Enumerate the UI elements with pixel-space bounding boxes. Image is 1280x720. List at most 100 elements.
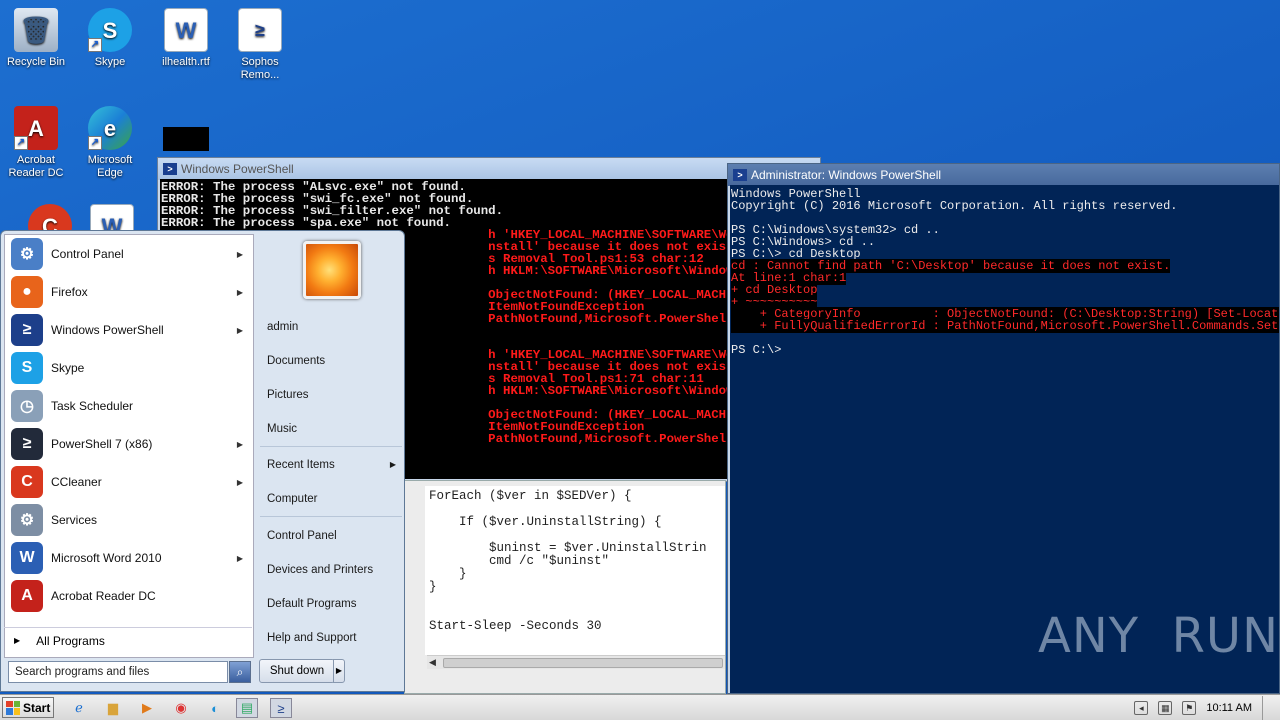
action-center-icon[interactable]: ⚑ [1182,701,1197,715]
chrome-icon[interactable]: ◉ [170,698,192,718]
edge-icon: e ↗ [88,106,132,150]
scrollbar-thumb[interactable] [443,658,723,668]
desktop-icon-edge[interactable]: e ↗ Microsoft Edge [74,106,146,180]
media-player-icon[interactable]: ▶ [136,698,158,718]
desktop-icon-ilhealth[interactable]: W ilhealth.rtf [150,8,222,69]
code-line: } [429,567,467,581]
places-item-help-support[interactable]: Help and Support [262,626,400,650]
shutdown-button[interactable]: Shut down [259,659,335,683]
show-desktop-button[interactable] [1262,696,1270,720]
chevron-right-icon: ▶ [236,325,243,335]
separator [260,516,402,517]
start-menu-item-acrobat[interactable]: A Acrobat Reader DC [5,577,253,615]
task-scheduler-icon: ◷ [11,390,43,422]
start-menu-item-firefox[interactable]: ● Firefox ▶ [5,273,253,311]
places-item-pictures[interactable]: Pictures [262,383,400,407]
scroll-left-icon[interactable]: ◀ [429,657,436,668]
script-editor[interactable]: ForEach ($ver in $SEDVer) { If ($ver.Uni… [404,480,726,694]
window-title: Administrator: Windows PowerShell [751,168,942,182]
console-line: + FullyQualifiedErrorId : PathNotFound,M… [731,319,1279,333]
start-menu[interactable]: ⚙ Control Panel ▶ ● Firefox ▶ ≥ Windows PowerSh… [0,230,405,692]
start-button[interactable]: Start [2,697,54,718]
places-item-computer[interactable]: Computer [262,487,400,511]
system-tray: ◂ ▦ ⚑ 10:11 AM [1134,695,1280,720]
watermark-text: ANY RUN [1038,608,1279,664]
places-item-music[interactable]: Music [262,417,400,441]
all-programs-label: All Programs [36,633,105,648]
start-menu-item-label: Firefox [51,285,88,299]
shortcut-arrow-icon: ↗ [88,38,102,52]
places-item-admin[interactable]: admin [262,315,400,339]
powershell7-icon: ≥ [11,428,43,460]
start-menu-item-services[interactable]: ⚙ Services [5,501,253,539]
console-line: Copyright (C) 2016 Microsoft Corporation… [731,200,1278,212]
start-menu-item-ccleaner[interactable]: C CCleaner ▶ [5,463,253,501]
horizontal-scrollbar[interactable]: ◀ [427,655,725,669]
code-line: ForEach ($ver in $SEDVer) { [429,489,632,503]
desktop-icon-sophos[interactable]: ≥ Sophos Remo... [224,8,296,82]
start-menu-item-skype[interactable]: S Skype [5,349,253,387]
chevron-right-icon: ▶ [236,249,243,259]
desktop-icon-acrobat[interactable]: A ↗ Acrobat Reader DC [0,106,72,180]
services-icon: ⚙ [11,504,43,536]
start-menu-item-powershell7[interactable]: ≥ PowerShell 7 (x86) ▶ [5,425,253,463]
recycle-bin-icon: 🗑 [14,8,58,52]
control-panel-icon: ⚙ [11,238,43,270]
editor-code-area[interactable]: ForEach ($ver in $SEDVer) { If ($ver.Uni… [425,486,725,655]
start-menu-item-word[interactable]: W Microsoft Word 2010 ▶ [5,539,253,577]
places-item-documents[interactable]: Documents [262,349,400,373]
desktop-icon-label: Microsoft Edge [87,154,133,179]
chevron-right-icon: ▶ [389,460,396,469]
file-explorer-icon[interactable]: ▆ [102,698,124,718]
user-avatar[interactable] [303,241,361,299]
desktop-icon-recycle-bin[interactable]: 🗑 Recycle Bin [0,8,72,69]
start-menu-places: admin Documents Pictures Music Recent It… [256,231,404,661]
separator [260,446,402,447]
taskbar: Start ℯ ▆ ▶ ◉ ◐ ▤ ≥ ◂ ▦ ⚑ 10:11 AM [0,694,1280,720]
shutdown-options-chevron-icon[interactable]: ▶ [333,659,345,683]
search-programs-input[interactable]: Search programs and files [8,661,228,683]
shortcut-arrow-icon: ↗ [14,136,28,150]
internet-explorer-icon[interactable]: ℯ [68,698,90,718]
shortcut-arrow-icon: ↗ [88,136,102,150]
window-titlebar[interactable]: > Windows PowerShell [158,158,820,180]
places-item-recent-items[interactable]: Recent Items ▶ [262,453,400,477]
chevron-right-icon: ▶ [236,477,243,487]
search-icon[interactable]: ⌕ [229,661,251,683]
notepad-icon[interactable]: ▤ [236,698,258,718]
chevron-right-icon: ▶ [236,439,243,449]
powershell-icon: > [163,163,177,175]
console-line-text: + FullyQualifiedErrorId : PathNotFound,M… [731,319,1279,333]
console-line: PS C:\> [731,344,1278,356]
skype-icon: S [11,352,43,384]
code-line: cmd /c "$uninst" [429,554,610,568]
start-menu-item-label: Task Scheduler [51,399,134,413]
chevron-right-icon: ▶ [236,287,243,297]
powershell-taskbar-icon[interactable]: ≥ [270,698,292,718]
powershell-script-icon: ≥ [238,8,282,52]
firefox-icon: ● [11,276,43,308]
start-menu-item-task-scheduler[interactable]: ◷ Task Scheduler [5,387,253,425]
network-icon[interactable]: ▦ [1158,701,1173,715]
edge-icon[interactable]: ◐ [204,698,226,718]
places-item-default-programs[interactable]: Default Programs [262,592,400,616]
redacted-icon [163,127,209,151]
desktop-icon-label: Sophos Remo... [240,56,280,81]
start-menu-item-powershell[interactable]: ≥ Windows PowerShell ▶ [5,311,253,349]
start-menu-item-label: Microsoft Word 2010 [51,551,162,565]
places-item-devices-printers[interactable]: Devices and Printers [262,558,400,582]
all-programs-button[interactable]: ▶ All Programs [4,627,252,653]
volume-icon[interactable]: ◂ [1134,701,1149,715]
clock[interactable]: 10:11 AM [1206,702,1252,714]
desktop-icon-skype[interactable]: S ↗ Skype [74,8,146,69]
acrobat-icon: A [11,580,43,612]
window-titlebar[interactable]: > Administrator: Windows PowerShell [728,164,1279,186]
windows-logo-icon [6,700,20,715]
start-menu-item-label: Services [51,513,98,527]
start-menu-item-control-panel[interactable]: ⚙ Control Panel ▶ [5,235,253,273]
places-item-control-panel[interactable]: Control Panel [262,524,400,548]
powershell-icon: > [733,169,747,181]
start-menu-item-label: Acrobat Reader DC [51,589,156,603]
